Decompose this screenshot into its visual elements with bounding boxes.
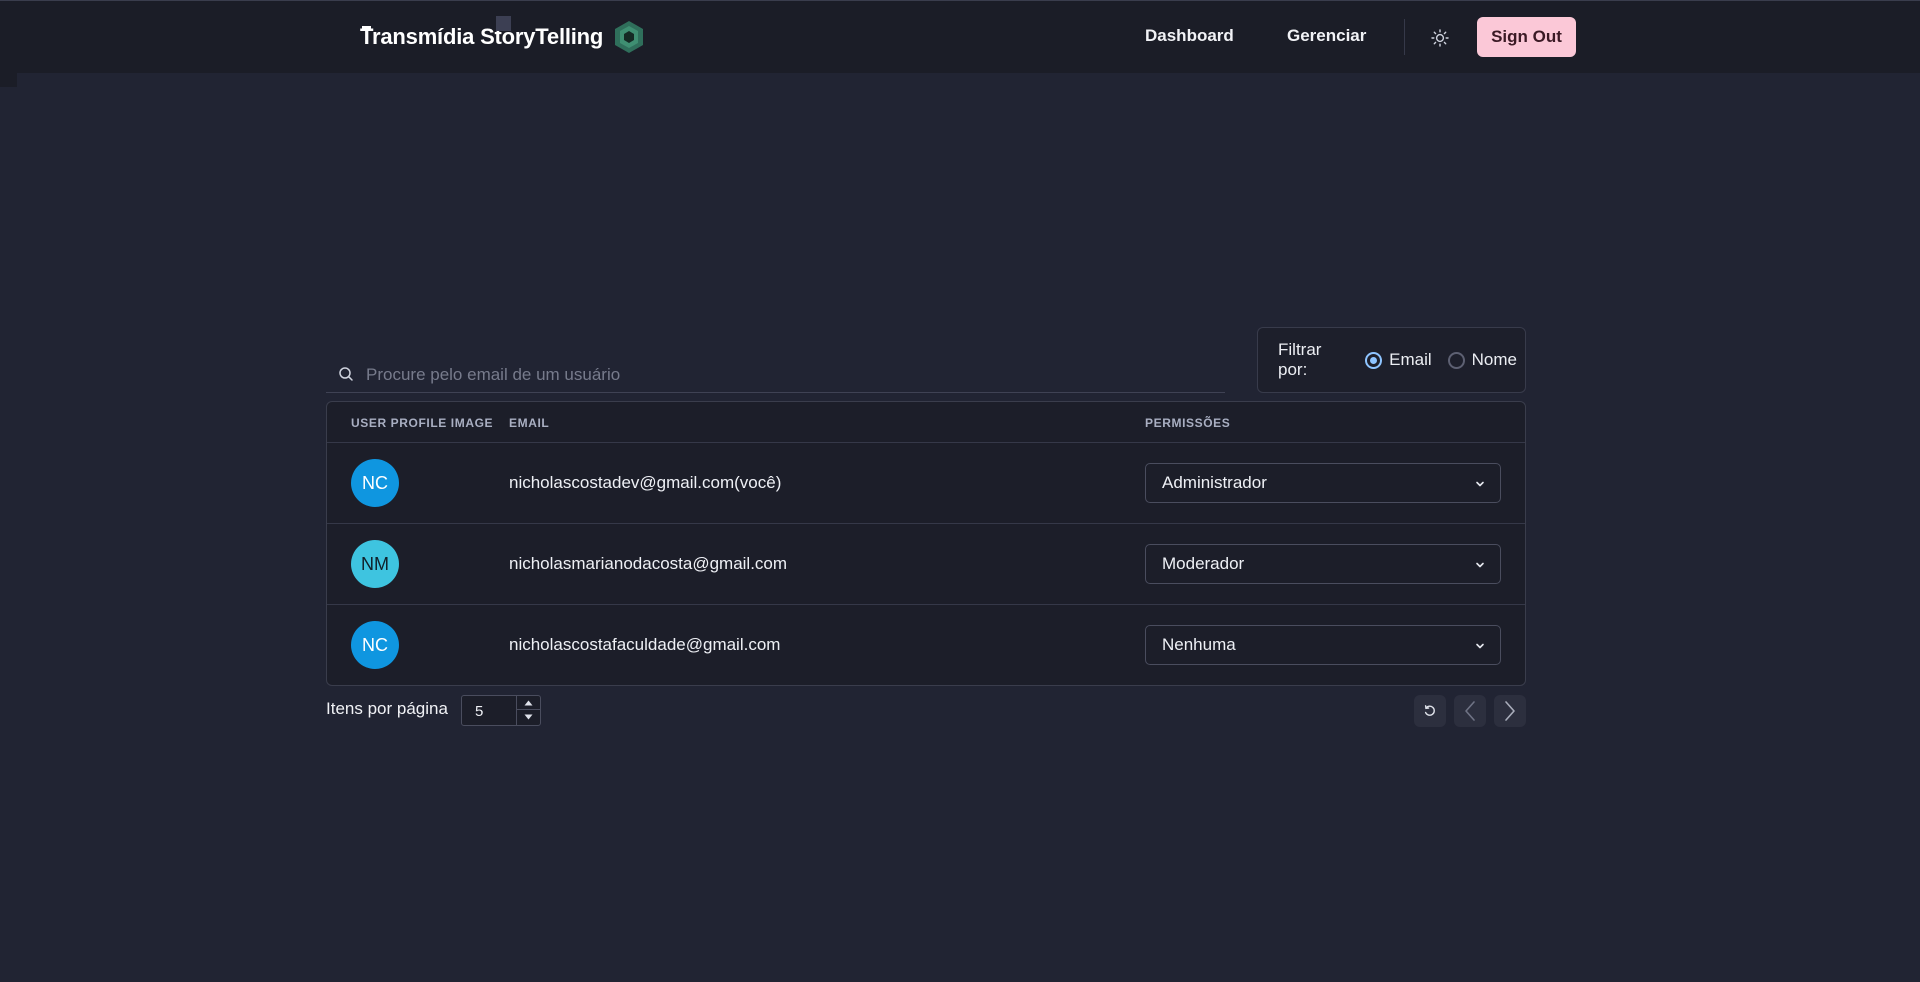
permission-select-value: Nenhuma: [1162, 635, 1236, 654]
avatar: NC: [351, 621, 399, 669]
sun-icon: [1431, 29, 1449, 47]
avatar: NM: [351, 540, 399, 588]
brand[interactable]: Transmídia StoryTelling: [360, 16, 645, 54]
items-per-page-label: Itens por página: [326, 699, 448, 718]
permission-select-value: Moderador: [1162, 554, 1245, 573]
filter-option-nome-label: Nome: [1471, 350, 1517, 369]
column-header-email: EMAIL: [509, 416, 550, 430]
corner-artifact: [0, 73, 17, 87]
permission-select[interactable]: Nenhuma: [1145, 625, 1501, 665]
avatar: NC: [351, 459, 399, 507]
filter-option-nome[interactable]: Nome: [1447, 350, 1517, 370]
chevron-right-icon: [1505, 701, 1515, 721]
filter-panel: Filtrar por: Email Nome: [1257, 327, 1526, 393]
radio-nome[interactable]: [1447, 351, 1465, 369]
users-table: USER PROFILE IMAGE EMAIL PERMISSÕES NC n…: [326, 401, 1526, 686]
hexagon-logo-icon: [615, 21, 644, 53]
stepper-buttons: [516, 696, 540, 725]
search-icon: [339, 367, 353, 381]
filter-label: Filtrar por:: [1278, 340, 1322, 379]
table-row: NC nicholascostafaculdade@gmail.com Nenh…: [327, 605, 1525, 685]
brand-title: Transmídia StoryTelling: [360, 24, 604, 49]
column-header-permissions: PERMISSÕES: [1145, 416, 1231, 430]
refresh-button[interactable]: [1414, 695, 1446, 727]
search-input[interactable]: [366, 360, 1206, 390]
next-page-button[interactable]: [1494, 695, 1526, 727]
navbar-divider: [1404, 19, 1405, 55]
nav-dashboard[interactable]: Dashboard: [1145, 26, 1234, 46]
items-per-page-stepper[interactable]: 5: [461, 695, 541, 726]
brand-overlay-artifact: [496, 16, 511, 31]
column-header-profile-image: USER PROFILE IMAGE: [351, 416, 494, 430]
stepper-increment-button[interactable]: [517, 696, 540, 710]
table-row: NM nicholasmarianodacosta@gmail.com Mode…: [327, 524, 1525, 605]
search-bar: [326, 357, 1225, 393]
permission-select[interactable]: Administrador: [1145, 463, 1501, 503]
top-navbar: [0, 0, 1920, 73]
sign-out-button[interactable]: Sign Out: [1477, 17, 1576, 57]
table-row: NC nicholascostadev@gmail.com(você) Admi…: [327, 443, 1525, 524]
chevron-down-icon: [1476, 481, 1484, 487]
chevron-down-icon: [1476, 562, 1484, 568]
permission-select[interactable]: Moderador: [1145, 544, 1501, 584]
radio-email[interactable]: [1365, 351, 1383, 369]
items-per-page-value[interactable]: 5: [475, 703, 483, 720]
caret-down-icon: [524, 714, 533, 720]
theme-toggle-button[interactable]: [1426, 24, 1454, 52]
caret-up-icon: [524, 700, 533, 705]
nav-gerenciar[interactable]: Gerenciar: [1287, 26, 1366, 46]
filter-option-email-label: Email: [1389, 350, 1432, 369]
user-email: nicholascostafaculdade@gmail.com: [509, 635, 781, 654]
table-header: USER PROFILE IMAGE EMAIL PERMISSÕES: [327, 402, 1525, 443]
user-email: nicholasmarianodacosta@gmail.com: [509, 554, 788, 573]
permission-select-value: Administrador: [1162, 473, 1267, 492]
refresh-icon: [1424, 705, 1435, 716]
previous-page-button[interactable]: [1454, 695, 1486, 727]
chevron-down-icon: [1476, 643, 1484, 649]
filter-option-email[interactable]: Email: [1365, 350, 1432, 370]
chevron-left-icon: [1465, 701, 1475, 721]
user-email: nicholascostadev@gmail.com(você): [509, 473, 782, 492]
stepper-decrement-button[interactable]: [517, 710, 540, 724]
brand-dash-artifact: [362, 26, 371, 29]
